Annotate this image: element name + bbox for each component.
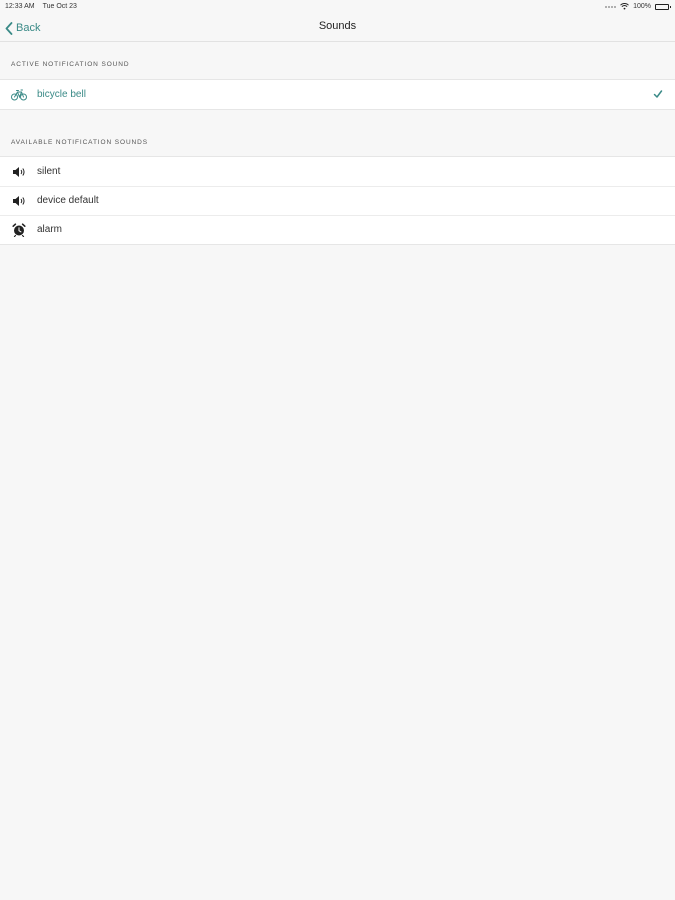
battery-icon xyxy=(655,3,671,10)
available-sounds-list: silent device default alarm xyxy=(0,156,675,245)
sound-row-silent[interactable]: silent xyxy=(0,157,675,186)
page-title: Sounds xyxy=(318,20,357,32)
status-date: Tue Oct 23 xyxy=(42,3,77,10)
sound-label: alarm xyxy=(37,224,63,235)
speaker-icon xyxy=(11,165,27,179)
speaker-icon xyxy=(11,194,27,208)
navigation-bar: Back Sounds xyxy=(0,13,675,42)
checkmark-icon xyxy=(653,90,663,98)
sound-label: silent xyxy=(37,166,61,177)
status-bar: 12:33 AM Tue Oct 23 100% xyxy=(0,0,675,13)
sound-row-alarm[interactable]: alarm xyxy=(0,215,675,244)
battery-percent: 100% xyxy=(633,3,651,10)
sound-row-bicycle-bell[interactable]: bicycle bell xyxy=(0,80,675,109)
status-left: 12:33 AM Tue Oct 23 xyxy=(5,3,77,10)
alarm-clock-icon xyxy=(11,222,27,237)
section-header-active: Active Notification Sound xyxy=(11,61,130,68)
active-sound-list: bicycle bell xyxy=(0,79,675,110)
sound-row-device-default[interactable]: device default xyxy=(0,186,675,215)
status-right: 100% xyxy=(605,3,671,10)
sound-label: bicycle bell xyxy=(37,89,86,100)
sound-label: device default xyxy=(37,195,99,206)
wifi-icon xyxy=(620,3,629,10)
bicycle-icon xyxy=(11,88,27,102)
section-header-available: Available Notification Sounds xyxy=(11,139,148,146)
signal-icon xyxy=(605,5,617,8)
status-time: 12:33 AM xyxy=(5,3,35,10)
